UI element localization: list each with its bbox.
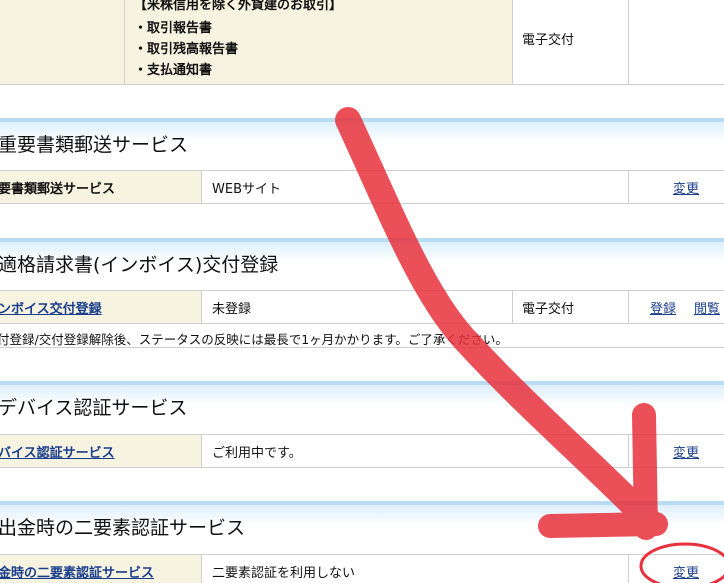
section-header-mail-service: 重要書類郵送サービス bbox=[0, 118, 724, 158]
change-link-device-auth[interactable]: 変更 bbox=[673, 442, 699, 461]
invoice-note: 付登録/交付登録解除後、ステータスの反映には最長で1ヶ月かかります。ご了承くださ… bbox=[0, 332, 508, 347]
divider bbox=[628, 171, 629, 203]
row-value-mail-service: WEBサイト bbox=[212, 182, 281, 197]
divider bbox=[628, 291, 629, 323]
divider bbox=[0, 467, 724, 468]
divider bbox=[201, 171, 202, 203]
divider bbox=[512, 0, 513, 84]
top-row-left-cell bbox=[0, 0, 124, 84]
annotation-arrow-shaft bbox=[335, 107, 663, 535]
section-title: 適格請求書(インボイス)交付登録 bbox=[0, 254, 279, 276]
top-row-delivery: 電子交付 bbox=[522, 33, 575, 48]
divider bbox=[201, 291, 202, 323]
top-row-item: ・取引残高報告書 bbox=[134, 42, 239, 57]
divider bbox=[628, 435, 629, 467]
divider bbox=[0, 323, 724, 324]
change-link-two-factor[interactable]: 変更 bbox=[673, 562, 699, 581]
row-value-device-auth: ご利用中です。 bbox=[212, 446, 302, 461]
section-header-two-factor: 出金時の二要素認証サービス bbox=[0, 501, 724, 541]
view-link[interactable]: 閲覧 bbox=[694, 298, 720, 317]
row-label-two-factor-link[interactable]: 金時の二要素認証サービス bbox=[0, 562, 154, 581]
divider bbox=[512, 291, 513, 323]
divider bbox=[628, 555, 629, 583]
top-row-item: ・支払通知書 bbox=[134, 63, 213, 78]
divider bbox=[628, 0, 629, 84]
top-row-item: ・取引報告書 bbox=[134, 21, 213, 36]
top-row-heading: 【米株信用を除く外貨建のお取引】 bbox=[134, 0, 343, 13]
section-title: 重要書類郵送サービス bbox=[0, 134, 189, 156]
divider bbox=[201, 435, 202, 467]
change-link-mail-service[interactable]: 変更 bbox=[673, 178, 699, 197]
row-value-invoice: 未登録 bbox=[212, 302, 252, 317]
row-label-invoice-link[interactable]: ンボイス交付登録 bbox=[0, 298, 102, 317]
divider bbox=[0, 203, 724, 204]
row-label-device-auth-link[interactable]: バイス認証サービス bbox=[0, 442, 115, 461]
divider bbox=[201, 555, 202, 583]
section-title: 出金時の二要素認証サービス bbox=[0, 517, 246, 539]
divider bbox=[124, 0, 125, 84]
divider bbox=[0, 84, 724, 85]
section-title: デバイス認証サービス bbox=[0, 397, 188, 419]
section-header-device-auth: デバイス認証サービス bbox=[0, 381, 724, 421]
register-link[interactable]: 登録 bbox=[650, 298, 676, 317]
row-value-two-factor: 二要素認証を利用しない bbox=[212, 566, 356, 581]
section-header-invoice: 適格請求書(インボイス)交付登録 bbox=[0, 238, 724, 278]
row-delivery-invoice: 電子交付 bbox=[522, 302, 575, 317]
row-label-mail-service: 要書類郵送サービス bbox=[0, 182, 116, 197]
